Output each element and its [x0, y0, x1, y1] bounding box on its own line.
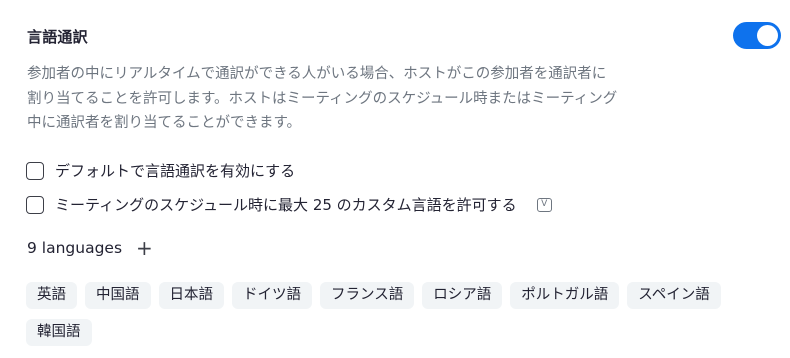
description-line: 中に通訳者を割り当てることができます。 — [27, 115, 302, 131]
language-chip: 中国語 — [85, 282, 151, 309]
language-chip: スペイン語 — [627, 282, 721, 309]
language-chip: 英語 — [26, 282, 77, 309]
language-chip: 韓国語 — [26, 319, 92, 346]
enable-by-default-option: デフォルトで言語通訳を有効にする — [26, 160, 295, 181]
description-line: 参加者の中にリアルタイムで通訳ができる人がいる場合、ホストがこの参加者を通訳者に — [27, 66, 607, 82]
interpretation-toggle[interactable] — [733, 22, 781, 49]
language-chip: ドイツ語 — [232, 282, 312, 309]
language-chip: 日本語 — [158, 282, 224, 309]
interpretation-title: 言語通訳 — [27, 28, 88, 46]
enable-by-default-label[interactable]: デフォルトで言語通訳を有効にする — [55, 160, 295, 181]
languages-header: 9 languages + — [27, 238, 153, 258]
languages-count: 9 languages — [27, 239, 123, 257]
language-chip: ポルトガル語 — [510, 282, 620, 309]
toggle-knob — [757, 25, 778, 46]
language-chip-list: 英語 中国語 日本語 ドイツ語 フランス語 ロシア語 ポルトガル語 スペイン語 … — [26, 282, 726, 346]
add-language-icon[interactable]: + — [136, 238, 153, 258]
interpretation-description: 参加者の中にリアルタイムで通訳ができる人がいる場合、ホストがこの参加者を通訳者に… — [27, 62, 727, 136]
enable-by-default-checkbox[interactable] — [26, 161, 44, 180]
custom-languages-option: ミーティングのスケジュール時に最大 25 のカスタム言語を許可する V — [26, 194, 552, 215]
language-chip: ロシア語 — [422, 282, 503, 309]
language-chip: フランス語 — [320, 282, 415, 309]
custom-languages-checkbox[interactable] — [26, 195, 44, 214]
description-line: 割り当てることを許可します。ホストはミーティングのスケジュール時またはミーティン… — [27, 90, 618, 107]
version-badge-icon: V — [536, 197, 552, 212]
custom-languages-label[interactable]: ミーティングのスケジュール時に最大 25 のカスタム言語を許可する — [55, 194, 517, 215]
